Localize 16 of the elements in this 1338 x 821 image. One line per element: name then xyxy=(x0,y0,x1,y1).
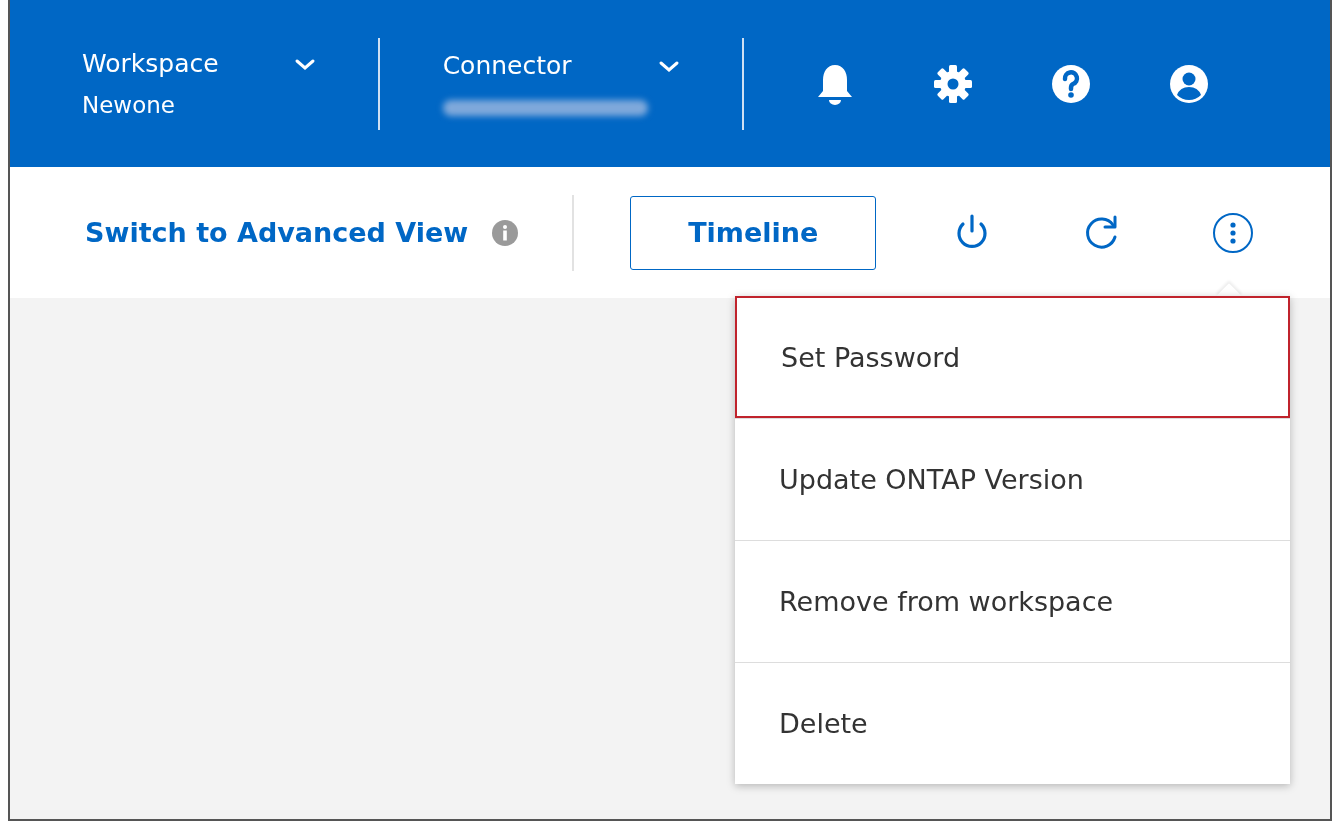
dropdown-value: Newone xyxy=(82,92,176,118)
user-icon[interactable] xyxy=(1168,63,1209,104)
menu-item[interactable]: Remove from workspace xyxy=(735,540,1290,662)
help-icon[interactable] xyxy=(1050,63,1091,104)
menu-item[interactable]: Delete xyxy=(735,662,1290,784)
menu-item[interactable]: Set Password xyxy=(735,296,1290,418)
chevron-down-icon[interactable] xyxy=(657,59,680,73)
menu-item[interactable]: Update ONTAP Version xyxy=(735,418,1290,540)
dropdown-label: Workspace xyxy=(82,49,219,78)
settings-icon[interactable] xyxy=(932,63,973,104)
chevron-down-icon[interactable] xyxy=(293,57,316,71)
dropdown-label: Connector xyxy=(442,51,573,80)
info-icon[interactable] xyxy=(492,219,519,246)
timeline-button[interactable]: Timeline xyxy=(630,195,877,270)
more-options-icon[interactable] xyxy=(1212,211,1255,254)
view-link[interactable]: Switch to Advanced View xyxy=(85,217,469,248)
